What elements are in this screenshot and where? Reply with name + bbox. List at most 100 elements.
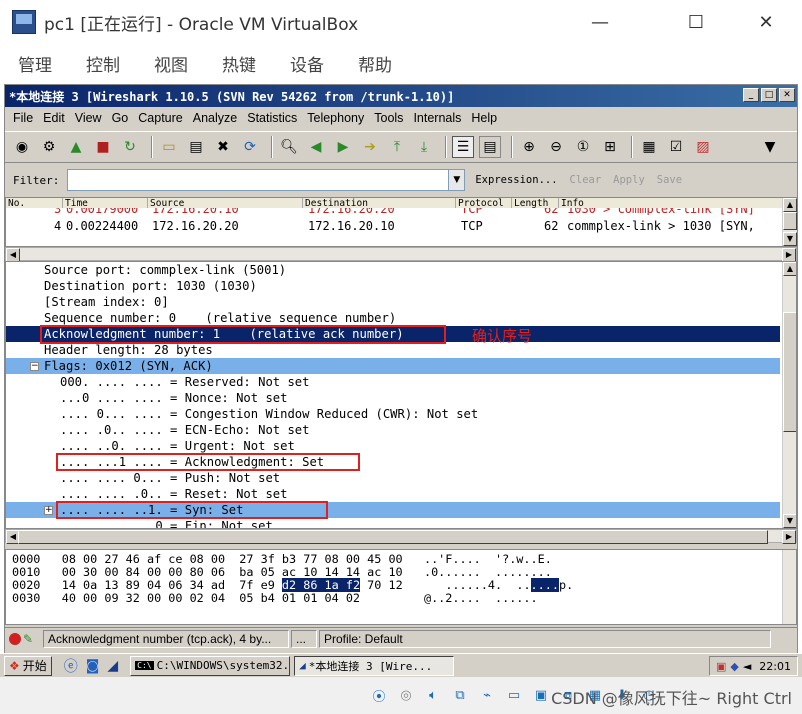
packet-details[interactable]: Source port: commplex-link (5001) Destin…	[5, 261, 797, 529]
menu-telephony[interactable]: Telephony	[307, 111, 364, 125]
flag-line[interactable]: .... .0.. .... = ECN-Echo: Not set	[6, 422, 780, 438]
go-back-icon[interactable]: ◀	[305, 136, 327, 158]
filter-input[interactable]	[67, 169, 450, 191]
menu-view[interactable]: View	[75, 111, 102, 125]
menu-edit[interactable]: Edit	[43, 111, 65, 125]
vbox-menu-view[interactable]: 视图	[154, 51, 188, 76]
packet-list-hscrollbar[interactable]: ◀ ▶	[5, 247, 797, 262]
start-capture-icon[interactable]: ▲	[65, 136, 87, 158]
flag-line[interactable]: 000. .... .... = Reserved: Not set	[6, 374, 780, 390]
vbox-optical-icon[interactable]: ◎	[395, 685, 417, 707]
tray-network-icon[interactable]: ▣	[716, 660, 726, 673]
display-filters-icon[interactable]: ☑	[665, 136, 687, 158]
coloring-rules-icon[interactable]: ▨	[692, 136, 714, 158]
packet-list-scrollbar[interactable]: ▲ ▼	[782, 198, 797, 246]
menu-file[interactable]: File	[13, 111, 33, 125]
last-packet-icon[interactable]: ⤓	[413, 136, 435, 158]
ws-maximize-button[interactable]: □	[761, 88, 777, 102]
vbox-menu-help[interactable]: 帮助	[358, 51, 392, 76]
autoscroll-icon[interactable]: ▤	[479, 136, 501, 158]
menu-capture[interactable]: Capture	[138, 111, 182, 125]
vbox-shared-folders-icon[interactable]: ▭	[503, 685, 525, 707]
vbox-hdd-icon[interactable]: ⦿	[368, 685, 390, 707]
menu-go[interactable]: Go	[112, 111, 129, 125]
taskbar-item-wireshark[interactable]: ◢ *本地连接 3 [Wire...	[294, 655, 455, 676]
restart-capture-icon[interactable]: ↻	[119, 136, 141, 158]
colorize-icon[interactable]: ☰	[452, 136, 474, 158]
reload-icon[interactable]: ⟳	[239, 136, 261, 158]
resize-columns-icon[interactable]: ⊞	[599, 136, 621, 158]
interfaces-icon[interactable]: ◉	[11, 136, 33, 158]
scroll-left-icon[interactable]: ◀	[6, 248, 20, 262]
menu-statistics[interactable]: Statistics	[247, 111, 297, 125]
detail-line[interactable]: [Stream index: 0]	[6, 294, 780, 310]
filter-dropdown-icon[interactable]: ▼	[449, 169, 466, 191]
flag-line[interactable]: .... 0... .... = Congestion Window Reduc…	[6, 406, 780, 422]
tray-app-icon[interactable]: ◆	[730, 660, 738, 673]
scroll-right-icon[interactable]: ▶	[782, 248, 796, 262]
details-scrollbar[interactable]: ▲ ▼	[782, 262, 796, 528]
bytes-pane[interactable]: 0000 08 00 27 46 af ce 08 00 27 3f b3 77…	[5, 549, 797, 625]
vbox-display-icon[interactable]: ▣	[530, 685, 552, 707]
scroll-up-icon[interactable]: ▲	[783, 262, 796, 276]
scroll-thumb[interactable]	[783, 212, 797, 230]
taskbar-item-cmd[interactable]: C:\ C:\WINDOWS\system32...	[130, 655, 291, 676]
vbox-audio-icon[interactable]: 🔈︎	[422, 685, 444, 707]
open-file-icon[interactable]: ▭	[158, 136, 180, 158]
vbox-menu-manage[interactable]: 管理	[18, 51, 52, 76]
scroll-down-icon[interactable]: ▼	[783, 232, 797, 246]
options-icon[interactable]: ⚙	[38, 136, 60, 158]
scroll-thumb[interactable]	[783, 312, 796, 432]
table-row[interactable]: 3 0.00179000 172.16.20.10 172.16.20.20 T…	[6, 208, 782, 215]
clear-button[interactable]: Clear	[564, 169, 608, 191]
vbox-menu-hotkey[interactable]: 热键	[222, 51, 256, 76]
menu-help[interactable]: Help	[471, 111, 497, 125]
detail-line[interactable]: Source port: commplex-link (5001)	[6, 262, 780, 278]
expert-info-icon[interactable]	[9, 632, 21, 645]
scroll-down-icon[interactable]: ▼	[783, 514, 796, 528]
vbox-network-icon[interactable]: ⧉	[449, 685, 471, 707]
minimize-button[interactable]: —	[576, 8, 624, 36]
packet-list[interactable]: No. Time Source Destination Protocol Len…	[5, 197, 797, 247]
quick-launch-browser-icon[interactable]: ◙	[86, 658, 100, 674]
capture-comment-icon[interactable]: ✎	[23, 632, 39, 646]
ws-minimize-button[interactable]: _	[743, 88, 759, 102]
flags-tree-item[interactable]: Flags: 0x012 (SYN, ACK)	[6, 358, 780, 374]
first-packet-icon[interactable]: ⤒	[386, 136, 408, 158]
vbox-usb-icon[interactable]: ⌁	[476, 685, 498, 707]
bytes-scrollbar[interactable]	[782, 550, 796, 624]
detail-line[interactable]: Sequence number: 0 (relative sequence nu…	[6, 310, 780, 326]
flag-line[interactable]: .... ..0. .... = Urgent: Not set	[6, 438, 780, 454]
tray-clock[interactable]: 22:01	[759, 660, 791, 673]
detail-line[interactable]: Destination port: 1030 (1030)	[6, 278, 780, 294]
menu-analyze[interactable]: Analyze	[193, 111, 237, 125]
zoom-out-icon[interactable]: ⊖	[545, 136, 567, 158]
vbox-menu-devices[interactable]: 设备	[290, 51, 324, 76]
flag-line[interactable]: .... .... ...0 = Fin: Not set	[6, 518, 780, 528]
close-button[interactable]: ✕	[742, 8, 790, 36]
stop-capture-icon[interactable]: ■	[92, 136, 114, 158]
flag-line[interactable]: ...0 .... .... = Nonce: Not set	[6, 390, 780, 406]
collapse-icon[interactable]: −	[30, 362, 39, 371]
zoom-normal-icon[interactable]: ①	[572, 136, 594, 158]
maximize-button[interactable]: ☐	[672, 8, 720, 36]
find-packet-icon[interactable]: 🔍︎	[278, 136, 300, 158]
flag-line[interactable]: .... .... 0... = Push: Not set	[6, 470, 780, 486]
quick-launch-ie-icon[interactable]: ⓔ	[64, 656, 78, 676]
save-file-icon[interactable]: ▤	[185, 136, 207, 158]
menu-internals[interactable]: Internals	[413, 111, 461, 125]
go-to-packet-icon[interactable]: ➔	[359, 136, 381, 158]
tray-volume-icon[interactable]: ◄	[743, 660, 751, 673]
scroll-thumb[interactable]	[18, 530, 768, 544]
start-button[interactable]: ❖ 开始	[4, 655, 52, 676]
save-filter-button[interactable]: Save	[651, 169, 688, 191]
close-file-icon[interactable]: ✖	[212, 136, 234, 158]
ws-close-button[interactable]: ✕	[779, 88, 795, 102]
apply-button[interactable]: Apply	[607, 169, 651, 191]
go-forward-icon[interactable]: ▶	[332, 136, 354, 158]
vbox-menu-control[interactable]: 控制	[86, 51, 120, 76]
scroll-up-icon[interactable]: ▲	[783, 198, 797, 212]
capture-filters-icon[interactable]: ▦	[638, 136, 660, 158]
status-profile[interactable]: Profile: Default	[319, 629, 771, 648]
zoom-in-icon[interactable]: ⊕	[518, 136, 540, 158]
